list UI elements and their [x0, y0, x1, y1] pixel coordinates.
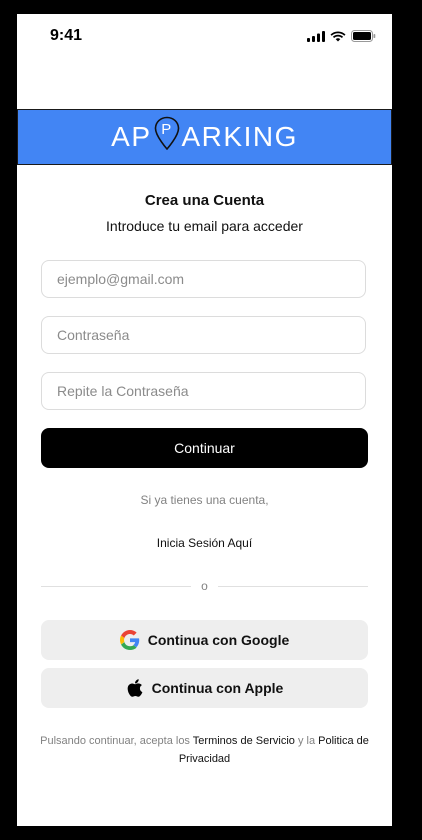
apple-icon: [127, 679, 142, 697]
status-bar: 9:41: [17, 14, 392, 58]
login-link[interactable]: Inicia Sesión Aquí: [17, 536, 392, 550]
google-signin-button[interactable]: Continua con Google: [41, 620, 368, 660]
phone-screen: 9:41 AP P ARKING Crea una Cuenta Introdu…: [17, 14, 392, 826]
password-field[interactable]: [41, 316, 366, 354]
terms-notice: Pulsando continuar, acepta los Terminos …: [39, 732, 370, 768]
apple-button-label: Continua con Apple: [151, 680, 284, 696]
terms-middle: y la: [294, 735, 319, 747]
map-pin-icon: P: [154, 116, 180, 157]
app-logo: AP P ARKING: [111, 116, 298, 158]
continue-button[interactable]: Continuar: [41, 428, 368, 468]
divider-line-right: [217, 585, 368, 587]
page-title: Crea una Cuenta: [144, 192, 265, 209]
status-time: 9:41: [50, 27, 83, 44]
apple-signin-button[interactable]: Continua con Apple: [41, 668, 368, 708]
email-field[interactable]: [41, 260, 366, 298]
or-divider: o: [41, 579, 368, 593]
have-account-text: Si ya tienes una cuenta,: [140, 493, 269, 507]
repeat-password-field[interactable]: [41, 372, 366, 410]
logo-text-left: AP: [111, 121, 152, 152]
terms-of-service-link[interactable]: Terminos de Servicio: [193, 735, 295, 747]
wifi-icon: [330, 31, 346, 41]
brand-banner: AP P ARKING: [17, 109, 392, 165]
status-icons: [307, 30, 376, 42]
terms-prefix: Pulsando continuar, acepta los: [40, 735, 193, 747]
google-button-label: Continua con Google: [147, 632, 290, 648]
signal-icon: [307, 30, 325, 42]
google-icon: [119, 630, 139, 650]
divider-label: o: [201, 579, 208, 593]
page-subtitle: Introduce tu email para acceder: [106, 218, 303, 234]
divider-line-left: [41, 585, 192, 587]
battery-icon: [351, 30, 376, 42]
logo-pin-letter: P: [161, 121, 173, 138]
logo-text-right: ARKING: [181, 121, 298, 152]
